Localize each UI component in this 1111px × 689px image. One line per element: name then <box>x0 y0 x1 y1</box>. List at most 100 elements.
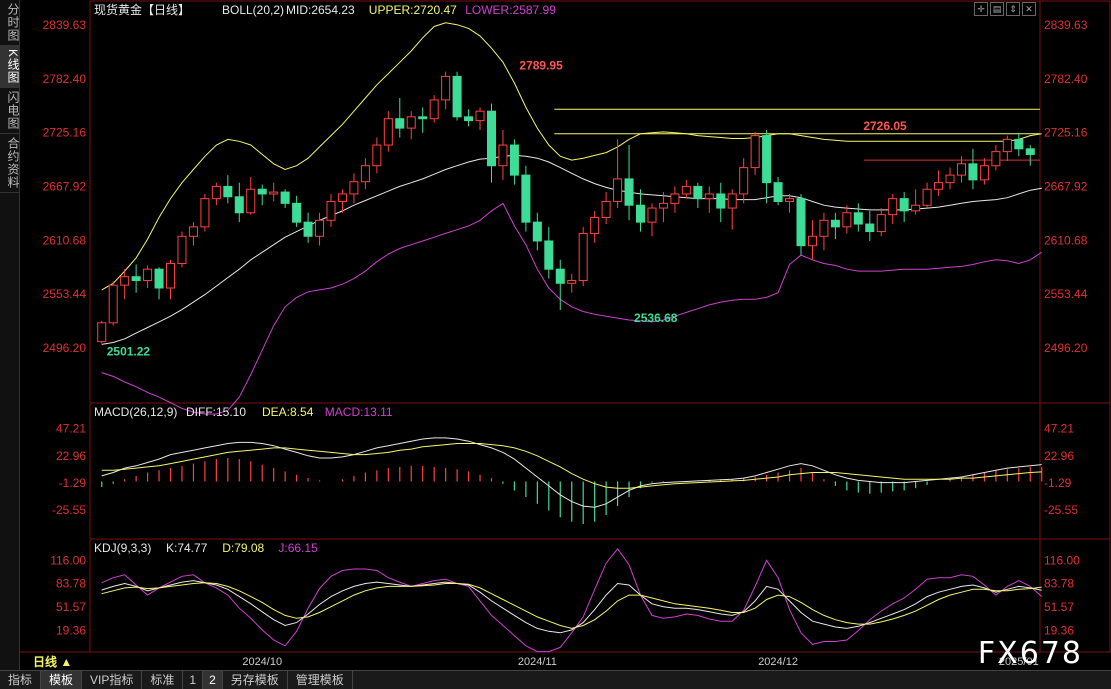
candle-body <box>211 185 221 200</box>
candle-body <box>108 284 118 324</box>
candle-body <box>853 212 863 225</box>
save-template-button[interactable]: 另存模板 <box>223 671 288 689</box>
y-tick-label-left: 2725.16 <box>43 126 87 140</box>
candle-body <box>372 144 382 167</box>
candle-body <box>670 193 680 204</box>
tab-indicator[interactable]: 指标 <box>0 671 42 689</box>
candle-body <box>762 135 772 184</box>
tab-page-2[interactable]: 2 <box>203 671 223 689</box>
boll-upper-line <box>101 22 1042 291</box>
indicator-value: D:79.08 <box>222 541 264 555</box>
indicator-value: MID:2654.23 <box>286 3 355 17</box>
price-annotation: 2789.95 <box>519 59 563 73</box>
watermark: FX678 <box>977 636 1083 671</box>
indicator-value: MACD:13.11 <box>325 405 393 419</box>
y-tick-label-right: 2725.16 <box>1044 126 1088 140</box>
candle-body <box>395 118 405 129</box>
period-label: 日线 ▲ <box>33 654 72 669</box>
candle-body <box>188 226 198 237</box>
boll-lower-line <box>101 202 1042 415</box>
y-tick-label-left: 2610.68 <box>43 233 87 247</box>
candle-body <box>360 165 370 183</box>
boll-mid-line <box>101 154 1042 345</box>
candle-body <box>486 110 497 167</box>
candle-body <box>750 135 760 169</box>
candle-body <box>911 204 921 212</box>
y-tick-label-left: -1.29 <box>59 476 87 490</box>
candle-body <box>773 182 783 202</box>
y-tick-label-right: 2553.44 <box>1044 287 1088 301</box>
candle-body <box>830 219 840 228</box>
y-tick-label-left: 83.78 <box>56 577 86 591</box>
y-tick-label-left: 2667.92 <box>43 179 87 193</box>
manage-template-button[interactable]: 管理模板 <box>288 671 353 689</box>
candle-body <box>177 235 187 265</box>
y-tick-label-left: -25.55 <box>52 503 86 517</box>
y-tick-label-right: 22.96 <box>1044 449 1074 463</box>
candle-body <box>624 178 634 206</box>
price-annotation: 2726.05 <box>863 119 907 133</box>
candle-body <box>234 196 244 214</box>
y-tick-label-left: 22.96 <box>56 449 86 463</box>
indicator-value: LOWER:2587.99 <box>465 3 556 17</box>
candle-body <box>452 75 462 118</box>
candle-body <box>349 181 359 195</box>
candle-body <box>280 191 290 204</box>
candle-body <box>888 198 898 216</box>
candle-body <box>200 198 210 228</box>
candle-body <box>567 279 577 284</box>
candle-body <box>326 200 336 221</box>
tab-standard[interactable]: 标准 <box>142 671 184 689</box>
macd-title: MACD(26,12,9) <box>94 405 177 419</box>
candle-body <box>590 216 600 234</box>
candle-body <box>739 167 749 195</box>
x-tick-label: 2024/12 <box>758 656 798 668</box>
y-tick-label-left: 19.36 <box>56 623 86 637</box>
candle-body <box>498 144 508 167</box>
candle-body <box>807 235 817 247</box>
candle-body <box>441 75 451 101</box>
y-tick-label-right: 2496.20 <box>1044 341 1088 355</box>
y-tick-label-right: -1.29 <box>1044 476 1072 490</box>
candle-body <box>934 182 944 190</box>
tab-page-1[interactable]: 1 <box>183 671 204 689</box>
candle-body <box>956 163 966 176</box>
y-tick-label-left: 2782.40 <box>43 72 87 86</box>
tab-vip-indicator[interactable]: VIP指标 <box>82 671 143 689</box>
y-tick-label-right: 2782.40 <box>1044 72 1088 86</box>
candle-body <box>120 276 130 286</box>
candle-body <box>1014 138 1024 150</box>
candle-body <box>727 193 737 209</box>
candle-body <box>532 221 542 242</box>
candle-body <box>613 178 623 202</box>
candle-body <box>578 232 588 281</box>
x-tick-label: 2024/10 <box>242 656 282 668</box>
y-tick-label-right: 2610.68 <box>1044 233 1088 247</box>
candle-body <box>166 263 176 289</box>
y-tick-label-right: 116.00 <box>1044 553 1080 567</box>
tab-template[interactable]: 模板 <box>41 671 83 689</box>
chart-canvas[interactable]: 2839.63 2839.63 2782.40 2782.40 2725.16 2725.… <box>0 0 1111 670</box>
candle-body <box>555 268 565 284</box>
candle-body <box>544 240 554 270</box>
y-tick-label-left: 2496.20 <box>43 341 87 355</box>
candle-body <box>991 151 1001 167</box>
candle-body <box>475 110 485 122</box>
candle-body <box>693 185 703 200</box>
candle-body <box>601 200 611 218</box>
kdj-d-line <box>101 582 1042 629</box>
y-tick-label-right: 51.57 <box>1044 600 1074 614</box>
kdj-k-line <box>101 580 1042 634</box>
candle-body <box>1025 148 1035 155</box>
candle-body <box>785 198 795 202</box>
price-annotation: 2536.68 <box>634 311 678 325</box>
kdj-title: KDJ(9,3,3) <box>94 541 151 555</box>
indicator-value: UPPER:2720.47 <box>369 3 457 17</box>
indicator-label: BOLL(20,2) <box>222 3 284 17</box>
price-annotation: 2501.22 <box>107 344 151 358</box>
y-tick-label-right: 83.78 <box>1044 577 1074 591</box>
candle-body <box>292 202 302 223</box>
candle-body <box>842 212 852 228</box>
kdj-j-line <box>101 547 1043 653</box>
candle-body <box>246 188 256 214</box>
